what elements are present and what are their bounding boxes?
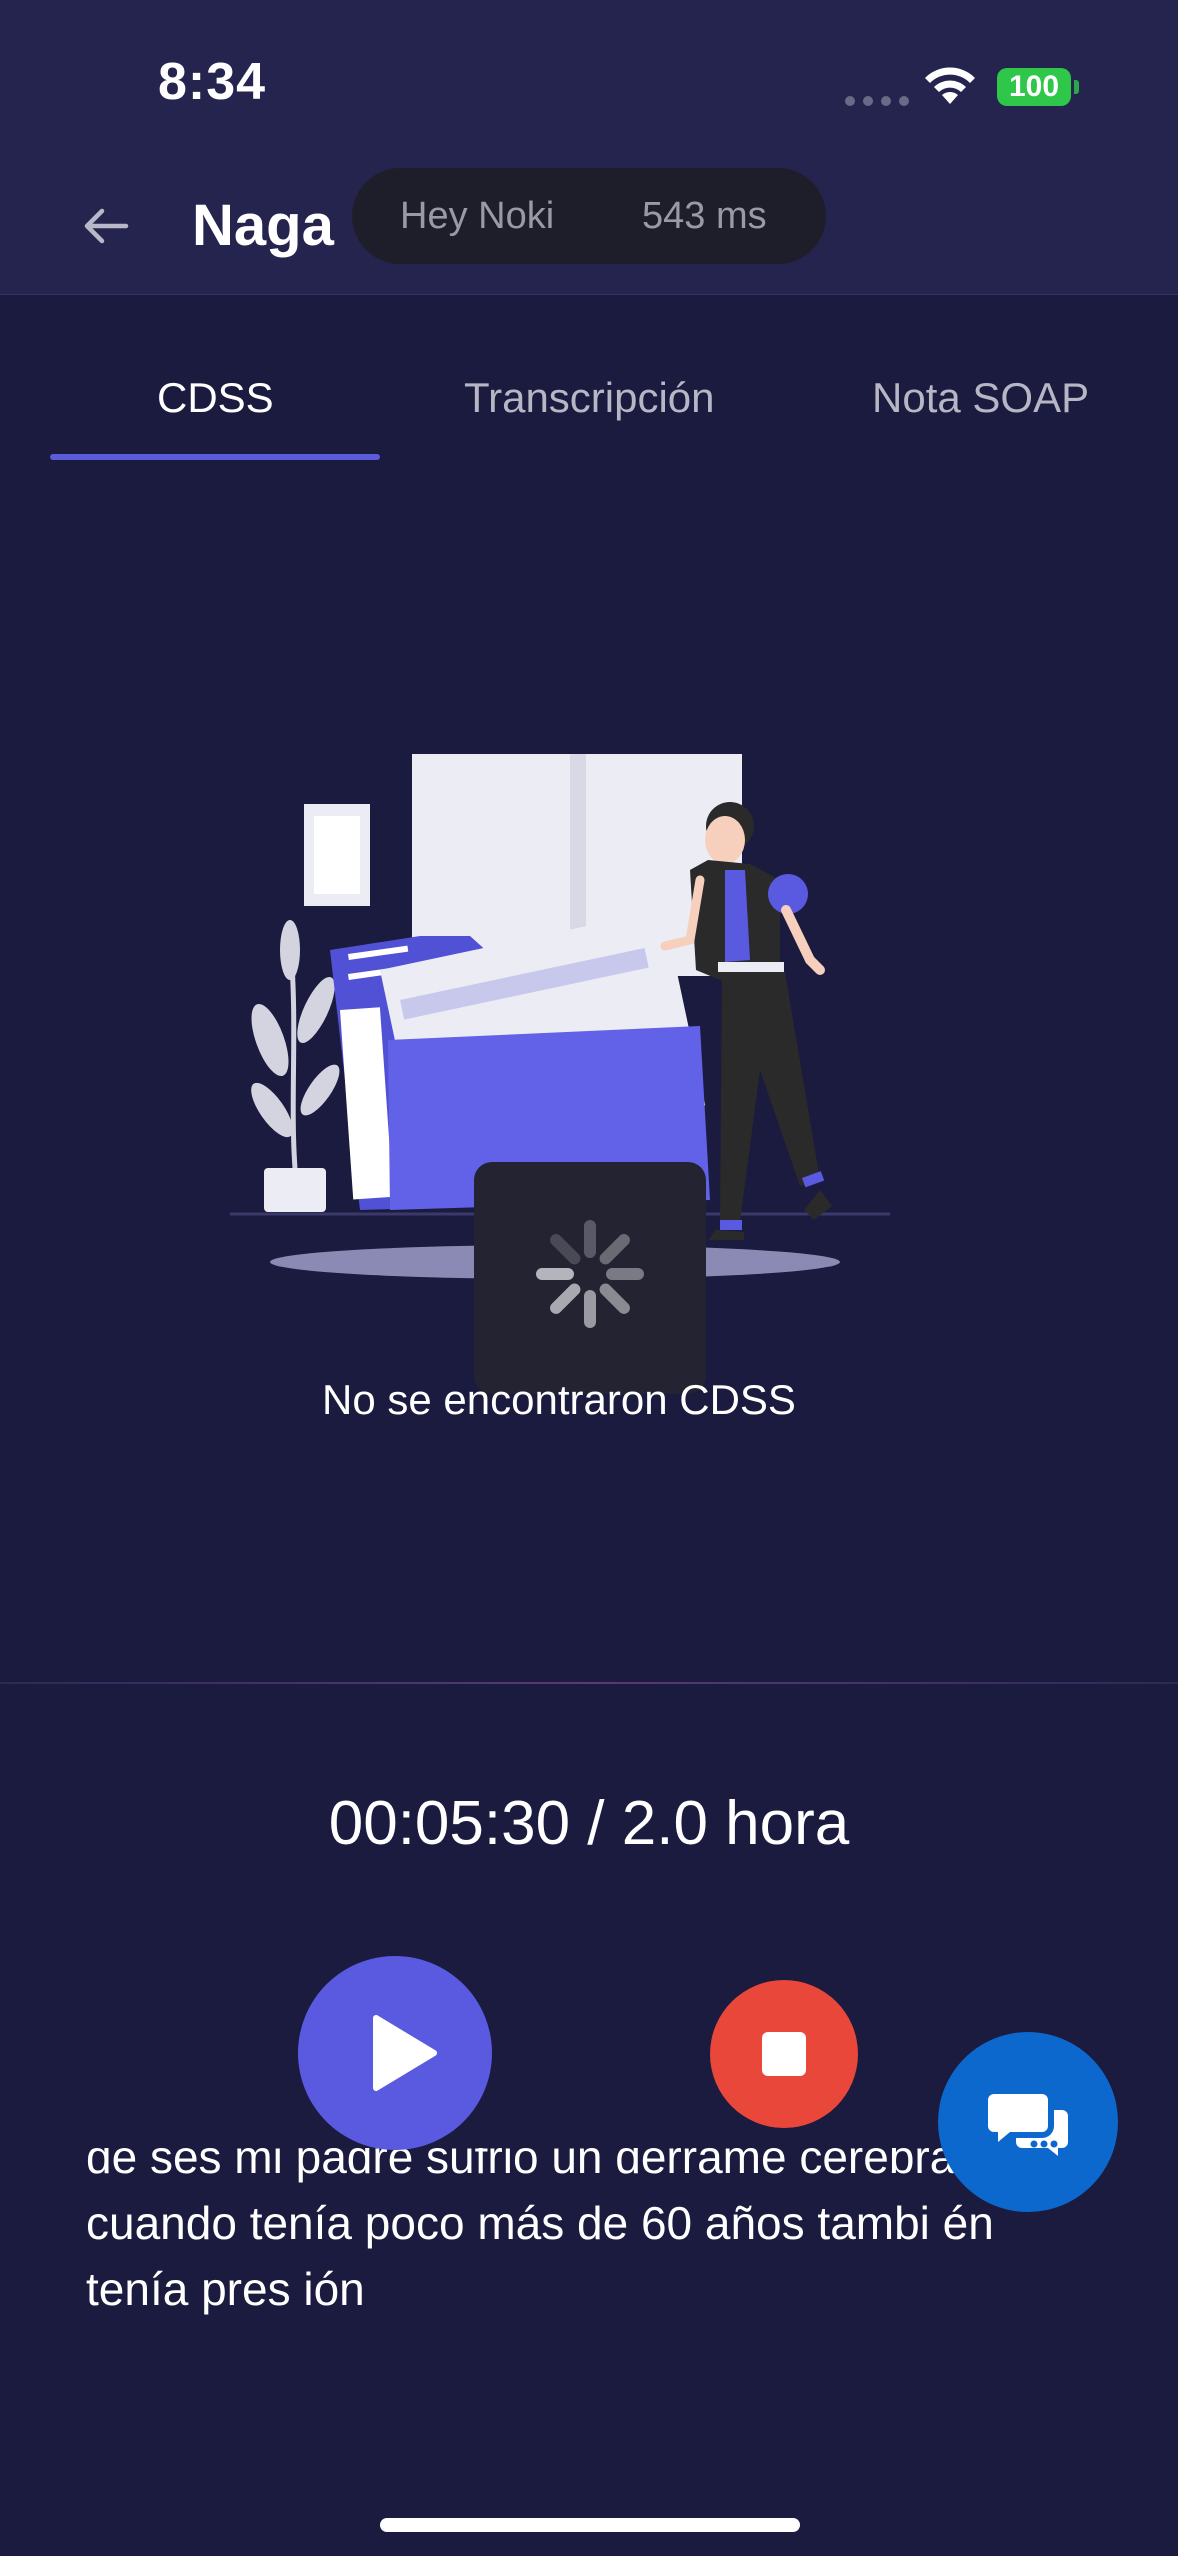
- tab-cdss[interactable]: CDSS: [157, 374, 274, 422]
- wake-word-label: Hey Noki: [400, 194, 555, 237]
- app-header: 8:34 100 Naga Hey Noki 543 ms: [0, 0, 1178, 295]
- tab-transcripcion[interactable]: Transcripción: [464, 374, 715, 422]
- status-time: 8:34: [158, 53, 267, 111]
- recording-timer: 00:05:30 / 2.0 hora: [328, 1789, 850, 1858]
- section-divider: [0, 1682, 1178, 1684]
- spinner-icon: [536, 1220, 644, 1328]
- wifi-icon: [925, 67, 975, 104]
- stop-icon: [762, 2032, 806, 2076]
- play-button[interactable]: [298, 1956, 492, 2150]
- stop-button[interactable]: [710, 1980, 858, 2128]
- chat-bubbles-icon: [988, 2094, 1068, 2156]
- tab-bar: CDSS Transcripción Nota SOAP: [0, 360, 1178, 460]
- transcript-line-partial: de ses mi padre sufrió un derrame cerebr…: [86, 2148, 966, 2183]
- transcript-line-2: cuando tenía poco más de 60 años tambi é…: [86, 2197, 994, 2249]
- battery-icon: 100: [997, 68, 1071, 106]
- play-icon: [373, 2015, 437, 2091]
- active-tab-indicator: [50, 454, 380, 460]
- chat-button[interactable]: [938, 2032, 1118, 2212]
- transcript-line-3: tenía pres ión: [86, 2263, 365, 2315]
- empty-state-message: No se encontraron CDSS: [322, 1376, 796, 1423]
- battery-tip: [1074, 80, 1079, 94]
- latency-label: 543 ms: [642, 194, 767, 237]
- loading-spinner: [474, 1162, 706, 1394]
- voice-status-pill: Hey Noki 543 ms: [352, 168, 826, 264]
- live-transcript: de ses mi padre sufrió un derrame cerebr…: [86, 2148, 1086, 2322]
- back-arrow-icon[interactable]: [76, 196, 136, 256]
- home-indicator: [380, 2518, 800, 2532]
- cellular-dots-icon: [845, 96, 909, 106]
- page-title: Naga: [192, 193, 334, 258]
- tab-nota-soap[interactable]: Nota SOAP: [872, 374, 1089, 422]
